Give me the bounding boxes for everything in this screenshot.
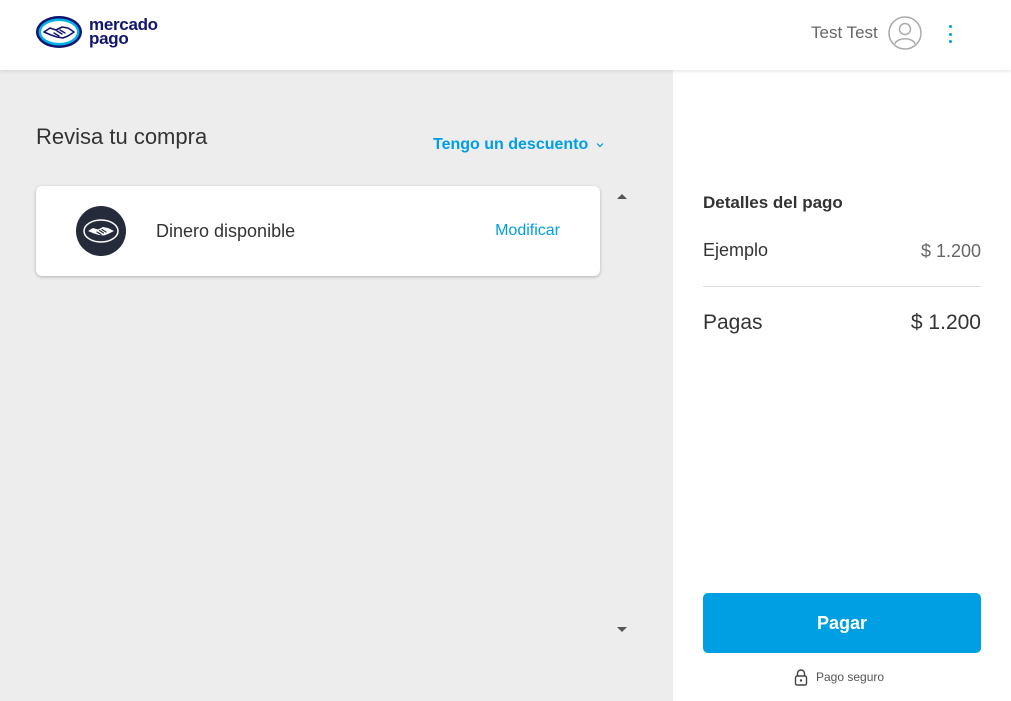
review-panel: Revisa tu compra Tengo un descuento Dine…	[0, 70, 673, 701]
payment-method-card: Dinero disponible Modificar	[36, 186, 600, 276]
discount-toggle[interactable]: Tengo un descuento	[433, 136, 604, 154]
chevron-down-icon	[596, 143, 604, 148]
details-title: Detalles del pago	[703, 193, 843, 212]
item-label: Ejemplo	[703, 240, 769, 260]
total-label: Pagas	[703, 311, 763, 334]
kebab-menu-icon[interactable]	[942, 22, 958, 46]
handshake-icon	[76, 206, 126, 256]
logo-wordmark: mercado pago	[89, 16, 158, 48]
page-title: Revisa tu compra	[36, 124, 208, 149]
scroll-up-arrow-icon[interactable]	[617, 194, 627, 199]
scroll-down-arrow-icon[interactable]	[617, 627, 627, 632]
payment-method-label: Dinero disponible	[156, 221, 296, 241]
user-avatar-icon[interactable]	[888, 16, 922, 50]
item-value: $ 1.200	[920, 241, 981, 261]
secure-payment-note: Pago seguro	[794, 668, 884, 686]
handshake-icon	[36, 16, 82, 48]
logo-text-pago: pago	[89, 29, 129, 48]
discount-label: Tengo un descuento	[433, 136, 589, 153]
secure-label: Pago seguro	[816, 670, 885, 684]
payment-details-panel: Detalles del pago Ejemplo $ 1.200 Pagas …	[673, 70, 1011, 701]
lock-icon	[794, 669, 808, 686]
user-name[interactable]: Test Test	[811, 23, 878, 43]
mercado-pago-logo[interactable]: mercado pago	[35, 15, 158, 49]
pay-button[interactable]: Pagar	[703, 593, 981, 653]
top-header: mercado pago Test Test	[0, 0, 1011, 70]
divider	[703, 286, 981, 287]
total-value: $ 1.200	[910, 311, 981, 334]
modify-payment-link[interactable]: Modificar	[495, 222, 560, 240]
